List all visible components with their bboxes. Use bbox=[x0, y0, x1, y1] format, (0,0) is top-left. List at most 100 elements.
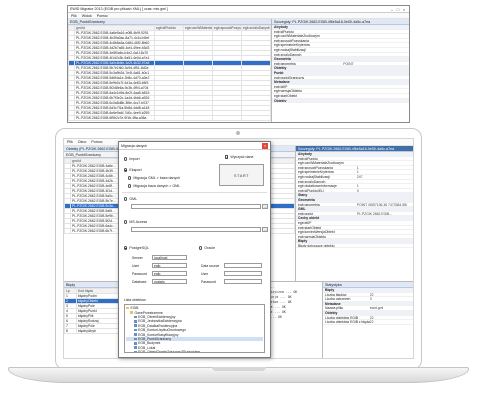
property-key: Obiekty bbox=[274, 66, 287, 70]
property-key: egb:spelnienieKryteriow bbox=[298, 170, 334, 174]
table-cell[interactable]: PL.PZGiK.2662.EGiB.6c0a5d8b-3f6e-4cc7-b0… bbox=[74, 100, 155, 106]
stat-row[interactable]: Liczba obiektów EGiB z błędami 22 bbox=[323, 320, 413, 325]
start-button[interactable]: START bbox=[219, 164, 264, 186]
table-cell[interactable]: PL.PZGiK.2662.EGiB.6f9b2c7e-9f1b-4ffa-a3… bbox=[74, 115, 155, 121]
stat-value bbox=[370, 311, 413, 315]
table-cell[interactable]: błędnyAtryb bbox=[76, 328, 121, 334]
property-value bbox=[343, 71, 409, 75]
property-row[interactable]: Błędy dotyczące obiektu bbox=[296, 244, 413, 249]
property-value: 1 bbox=[356, 165, 359, 170]
table-cell[interactable]: PL.PZGiK.2662.EGiB.4f1d2c3b-9a51-4e0d-a7… bbox=[74, 55, 155, 61]
back-details-pane: Szczegóły: PL.PZGiK.2662.EGiB.4f6e5a16-0… bbox=[272, 19, 409, 122]
radio-postgresql[interactable]: PostgreSQL bbox=[124, 246, 149, 250]
table-cell[interactable] bbox=[154, 115, 184, 121]
property-key: egb:rodzajStabilizacji bbox=[298, 174, 330, 179]
back-grid-header[interactable]: egb:zrodloDanych bbox=[241, 25, 271, 31]
tree-item-label: EGB_ObiektTrwaleZwiazanyZBudynkiem bbox=[138, 350, 201, 353]
property-value bbox=[357, 198, 413, 202]
oracle-user-input[interactable] bbox=[224, 271, 262, 276]
access-browse-button[interactable]: … bbox=[262, 227, 268, 232]
property-key: egb:punkt bbox=[298, 211, 313, 216]
property-row[interactable]: Obiekty bbox=[272, 98, 409, 104]
table-cell[interactable]: PL.PZGiK.2662.EGiB.6e6e9a4f-7d0c-4ee9-b2… bbox=[74, 110, 155, 116]
table-cell[interactable]: PL.PZGiK.2662.EGiB.5c3a9b2d-7e4f-4a61-b0… bbox=[74, 70, 155, 76]
front-menu-okno[interactable]: Okno bbox=[78, 140, 87, 144]
property-key: egb:wersjaObiektu bbox=[298, 234, 327, 239]
table-cell[interactable]: PL.PZGiK.2662.EGiB.5e9b0c7f-4d1a-4e83-b5… bbox=[74, 80, 155, 86]
radio-import[interactable]: Import bbox=[124, 157, 140, 161]
radio-oracle[interactable]: Oracle bbox=[199, 246, 215, 250]
radio-import-label: Import bbox=[129, 157, 140, 161]
table-cell[interactable]: PL.PZGiK.2662.EGiB.4a6e5a16-e0f8-4b9f-92… bbox=[74, 30, 155, 36]
table-cell[interactable] bbox=[183, 115, 213, 121]
checkbox-checked-icon: ✓ bbox=[225, 155, 229, 160]
table-cell[interactable]: PL.PZGiK.2662.EGiB.5b7e1f60-3c9d-4f51-8d… bbox=[74, 65, 155, 71]
tree-item[interactable]: EGB_ObiektTrwaleZwiazanyZBudynkiem bbox=[126, 350, 263, 353]
table-cell[interactable]: PL.PZGiK.2662.EGiB.5a0c8d4e-1e2f-4b32-97… bbox=[74, 60, 155, 66]
back-grid-pane: EGB_PunktGraniczny gml:id egb:idPunktu egb… bbox=[68, 19, 272, 122]
table-cell[interactable]: PL.PZGiK.2662.EGiB.5f2d8e6a-9c3b-4f94-a7… bbox=[74, 85, 155, 91]
table-row[interactable]: 8 błędnyAtryb bbox=[64, 328, 121, 334]
stat-value: 22 bbox=[369, 320, 374, 324]
object-tree[interactable]: EGiB GanePrzestrzenne EGB_ObrebEwidencyjny… bbox=[124, 304, 265, 353]
front-menu-plik[interactable]: Plik bbox=[67, 140, 73, 144]
tree-item-label: EGB_KonturKlasyfikacyjny bbox=[138, 332, 179, 337]
property-key: egb:oznWMaterialeZrodlowym bbox=[274, 34, 320, 38]
stat-key: Liczba obiektów EGiB z błędami bbox=[325, 320, 370, 324]
table-cell[interactable]: PL.PZGiK.2662.EGiB.4c8b8a3a-0d84-46f2-8b… bbox=[74, 40, 155, 46]
back-menu-pomoc[interactable]: Pomoc bbox=[97, 14, 108, 18]
table-cell[interactable]: PL.PZGiK.2662.EGiB.6a4c1b9d-8e2f-4aa5-b8… bbox=[74, 90, 155, 96]
gml-browse-button[interactable]: … bbox=[262, 204, 268, 209]
database-input[interactable]: postgis bbox=[152, 279, 187, 284]
feature-class-icon bbox=[134, 328, 137, 332]
table-cell[interactable]: PL.PZGiK.2662.EGiB.5d6f4a1e-2b8c-4d70-a3… bbox=[74, 75, 155, 81]
tree-item-label: EGB_JednostkaEwidencyjna bbox=[138, 319, 182, 324]
gml-path-input[interactable] bbox=[131, 204, 261, 209]
property-value bbox=[343, 76, 409, 80]
radio-ms-access[interactable]: MS Access bbox=[124, 220, 147, 224]
access-path-input[interactable] bbox=[131, 227, 261, 232]
dialog-close-icon[interactable]: × bbox=[262, 142, 268, 149]
stat-key: Liczba obiektów EGiB bbox=[325, 315, 358, 320]
user-input[interactable]: egib bbox=[152, 263, 187, 268]
tree-item-label: EGB_PunktGraniczny bbox=[138, 336, 172, 341]
back-grid-header[interactable]: egb:oznWMaterialeZrodlowym bbox=[183, 25, 213, 31]
oracle-password-input[interactable] bbox=[224, 279, 262, 284]
datasource-input[interactable] bbox=[224, 263, 262, 268]
radio-icon bbox=[128, 176, 132, 180]
table-row[interactable]: PL.PZGiK.2662.EGiB.6f9b2c7e-9f1b-4ffa-a3… bbox=[68, 115, 271, 121]
table-cell[interactable]: PL.PZGiK.2662.EGiB.4e8f0a6c-b4e2-4a1f-8c… bbox=[74, 50, 155, 56]
server-label: Serwer bbox=[132, 256, 143, 260]
property-key: egb:spelnienieKryteriow bbox=[274, 43, 310, 47]
radio-icon bbox=[199, 246, 203, 250]
property-key: Atrybuty bbox=[274, 25, 288, 29]
table-cell[interactable] bbox=[241, 115, 271, 121]
radio-eksport[interactable]: Eksport bbox=[124, 168, 142, 172]
back-grid-header[interactable]: egb:sposobPozyskania bbox=[212, 25, 242, 31]
tree-item-label: EGiB bbox=[130, 306, 139, 311]
checkbox-clear-data[interactable]: ✓ Wyczyść dane bbox=[225, 155, 254, 159]
property-key: Metadane bbox=[274, 80, 290, 84]
property-key: Obiekty bbox=[274, 98, 287, 103]
back-menu-widok[interactable]: Widok bbox=[82, 14, 92, 18]
front-menu-pomoc[interactable]: Pomoc bbox=[91, 140, 102, 144]
checkbox-clear-label: Wyczyść dane bbox=[230, 155, 254, 159]
table-cell[interactable]: PL.PZGiK.2662.EGiB.4b39a0ac-8a71-4c1d-b5… bbox=[74, 35, 155, 41]
radio-gml[interactable]: GML bbox=[124, 197, 137, 201]
server-input[interactable]: localhost bbox=[152, 255, 187, 260]
radio-db-to-gml[interactable]: Migracja baza danych > GML bbox=[128, 184, 180, 188]
radio-gml-to-db[interactable]: Migracja GML > baza danych bbox=[128, 176, 180, 180]
table-cell[interactable]: PL.PZGiK.2662.EGiB.4d2b7a65-4cf4-49ee-b3… bbox=[74, 45, 155, 51]
radio-icon bbox=[124, 220, 128, 224]
back-menu-plik[interactable]: Plik bbox=[71, 14, 77, 18]
feature-class-icon bbox=[134, 333, 137, 336]
password-input[interactable]: egib bbox=[152, 271, 187, 276]
back-window-title: EWID Migrator 2013 (EGiB pro plikach XML… bbox=[70, 7, 169, 11]
table-cell[interactable]: PL.PZGiK.2662.EGiB.6b7f3e2c-1a4d-4bb6-a9… bbox=[74, 95, 155, 101]
table-cell[interactable]: PL.PZGiK.2662.EGiB.6d3c7f1a-5b8d-4dd8-a1… bbox=[74, 105, 155, 111]
back-app-window: EWID Migrator 2013 (EGiB pro plikach XML… bbox=[67, 5, 410, 123]
property-value bbox=[357, 161, 413, 165]
table-cell[interactable] bbox=[212, 115, 242, 121]
close-icon[interactable]: × bbox=[401, 7, 407, 12]
table-cell[interactable]: 8 bbox=[64, 328, 77, 334]
